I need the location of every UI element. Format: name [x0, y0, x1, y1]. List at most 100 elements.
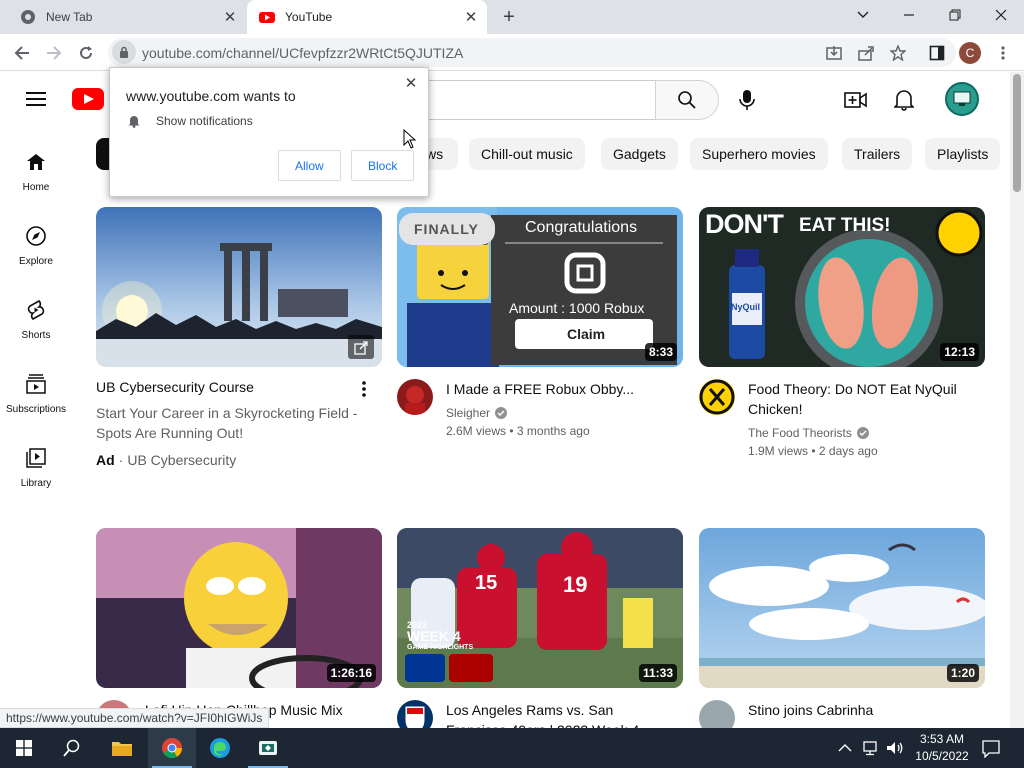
- taskbar-edge[interactable]: [196, 728, 244, 768]
- start-button[interactable]: [0, 728, 48, 768]
- video-title[interactable]: Food Theory: Do NOT Eat NyQuil Chicken!: [748, 379, 978, 419]
- chip-chillout-music[interactable]: Chill-out music: [469, 138, 585, 170]
- create-button[interactable]: [842, 86, 870, 114]
- close-window-button[interactable]: [978, 0, 1024, 30]
- chip-superhero-movies[interactable]: Superhero movies: [690, 138, 828, 170]
- share-icon[interactable]: [856, 43, 876, 63]
- prompt-permission-row: Show notifications: [128, 114, 253, 128]
- tab-title: YouTube: [285, 10, 333, 24]
- reload-button[interactable]: [73, 40, 99, 66]
- tab-youtube[interactable]: YouTube ✕: [247, 0, 487, 34]
- nav-explore[interactable]: Explore: [0, 208, 72, 282]
- account-avatar[interactable]: [945, 82, 979, 116]
- channel-name[interactable]: The Food Theorists: [748, 426, 852, 440]
- youtube-logo[interactable]: [72, 88, 104, 110]
- restore-button[interactable]: [932, 0, 978, 30]
- nav-home[interactable]: Home: [0, 134, 72, 208]
- bookmark-star-icon[interactable]: [888, 43, 908, 63]
- chip-gadgets[interactable]: Gadgets: [601, 138, 678, 170]
- video-meta: 2.6M views • 3 months ago: [446, 424, 590, 438]
- ad-card[interactable]: UB Cybersecurity Course Start Your Caree…: [96, 207, 382, 468]
- video-duration: 11:33: [638, 664, 677, 682]
- video-title[interactable]: Los Angeles Rams vs. San: [446, 700, 676, 720]
- arrow-right-icon: [47, 46, 62, 60]
- new-tab-button[interactable]: +: [498, 6, 520, 28]
- tray-overflow-icon[interactable]: [838, 740, 854, 756]
- install-app-icon[interactable]: [824, 43, 844, 63]
- video-card-cabrinha[interactable]: 1:20 Stino joins Cabrinha: [699, 528, 985, 736]
- video-card-robux[interactable]: FINALLY Congratulations Amount : 1000 Ro…: [397, 207, 683, 438]
- channel-avatar[interactable]: [699, 379, 735, 415]
- prompt-title: www.youtube.com wants to: [126, 88, 296, 104]
- video-card-nfl[interactable]: 2022 WEEK 4 GAME HIGHLIGHTS 19 15 11:33 …: [397, 528, 683, 738]
- ad-description[interactable]: Start Your Career in a Skyrocketing Fiel…: [96, 403, 366, 443]
- block-button[interactable]: Block: [351, 150, 415, 181]
- chrome-icon: [162, 738, 183, 759]
- search-icon: [678, 91, 696, 109]
- video-duration: 12:13: [940, 343, 979, 361]
- close-tab-icon[interactable]: ✕: [461, 7, 481, 27]
- close-prompt-icon[interactable]: ✕: [402, 74, 420, 92]
- video-thumbnail[interactable]: 1:20: [699, 528, 985, 688]
- search-input[interactable]: [420, 80, 656, 120]
- video-thumbnail[interactable]: 1:26:16: [96, 528, 382, 688]
- forward-button[interactable]: [41, 40, 67, 66]
- reload-icon: [80, 46, 92, 59]
- nav-subscriptions[interactable]: Subscriptions: [0, 356, 72, 430]
- video-channel[interactable]: The Food Theorists: [748, 426, 869, 440]
- close-tab-icon[interactable]: ✕: [220, 7, 240, 27]
- thumb-text: EAT THIS!: [799, 215, 891, 236]
- notifications-center-icon[interactable]: [982, 740, 1000, 759]
- minimize-button[interactable]: [886, 0, 932, 30]
- address-bar[interactable]: youtube.com/channel/UCfevpfzzr2WRtCt5QJU…: [108, 38, 956, 67]
- back-button[interactable]: [9, 40, 35, 66]
- video-channel[interactable]: Sleigher: [446, 406, 508, 420]
- volume-icon[interactable]: [886, 740, 904, 756]
- external-link-icon[interactable]: [354, 341, 368, 355]
- side-panel-button[interactable]: [924, 40, 950, 66]
- browser-menu-button[interactable]: [990, 40, 1016, 66]
- video-duration: 8:33: [644, 343, 677, 361]
- taskbar-search-button[interactable]: [48, 728, 96, 768]
- page-scrollbar-thumb[interactable]: [1013, 74, 1021, 192]
- video-card-food-theory[interactable]: DON'T EAT THIS! NyQuil 12:13 Food Theory…: [699, 207, 985, 458]
- chip-playlists[interactable]: Playlists: [925, 138, 1001, 170]
- voice-search-button[interactable]: [727, 80, 767, 120]
- nav-library[interactable]: Library: [0, 430, 72, 504]
- taskbar-app[interactable]: [244, 728, 292, 768]
- ad-more-menu-icon[interactable]: [362, 381, 374, 399]
- video-thumbnail[interactable]: 2022 WEEK 4 GAME HIGHLIGHTS 19 15 11:33: [397, 528, 683, 688]
- channel-name[interactable]: Sleigher: [446, 406, 490, 420]
- search-button[interactable]: [655, 80, 719, 120]
- ad-title[interactable]: UB Cybersecurity Course: [96, 379, 346, 395]
- home-icon: [24, 150, 48, 174]
- notifications-button[interactable]: [890, 86, 918, 114]
- taskbar-chrome[interactable]: [148, 728, 196, 768]
- video-thumbnail[interactable]: DON'T EAT THIS! NyQuil 12:13: [699, 207, 985, 367]
- video-duration: 1:20: [946, 664, 979, 682]
- video-title[interactable]: I Made a FREE Robux Obby...: [446, 379, 676, 399]
- thumb-text: NyQuil: [731, 302, 761, 312]
- clock-time: 3:53 AM: [919, 732, 965, 746]
- allow-button[interactable]: Allow: [278, 150, 341, 181]
- video-title[interactable]: Stino joins Cabrinha: [748, 700, 978, 720]
- taskbar-clock[interactable]: 3:53 AM 10/5/2022: [912, 731, 972, 765]
- minimize-icon: [904, 14, 914, 16]
- network-icon[interactable]: [862, 740, 880, 756]
- nav-shorts[interactable]: Shorts: [0, 282, 72, 356]
- tab-title: New Tab: [46, 10, 93, 24]
- chip-trailers[interactable]: Trailers: [842, 138, 913, 170]
- profile-avatar[interactable]: C: [959, 42, 981, 64]
- tab-search-button[interactable]: [840, 0, 886, 30]
- hamburger-menu-icon[interactable]: [24, 88, 48, 112]
- lock-icon[interactable]: [112, 40, 136, 64]
- video-thumbnail[interactable]: FINALLY Congratulations Amount : 1000 Ro…: [397, 207, 683, 367]
- ad-sponsor[interactable]: UB Cybersecurity: [127, 452, 236, 468]
- video-card-lofi[interactable]: 1:26:16 Lofi Hip Hop Chillhop Music Mix …: [96, 528, 382, 738]
- taskbar-file-explorer[interactable]: [98, 728, 146, 768]
- ad-thumbnail[interactable]: [96, 207, 382, 367]
- tab-new-tab[interactable]: New Tab ✕: [8, 0, 246, 34]
- channel-avatar[interactable]: [397, 379, 433, 415]
- nav-label: Shorts: [21, 330, 51, 341]
- permission-label: Show notifications: [156, 114, 253, 128]
